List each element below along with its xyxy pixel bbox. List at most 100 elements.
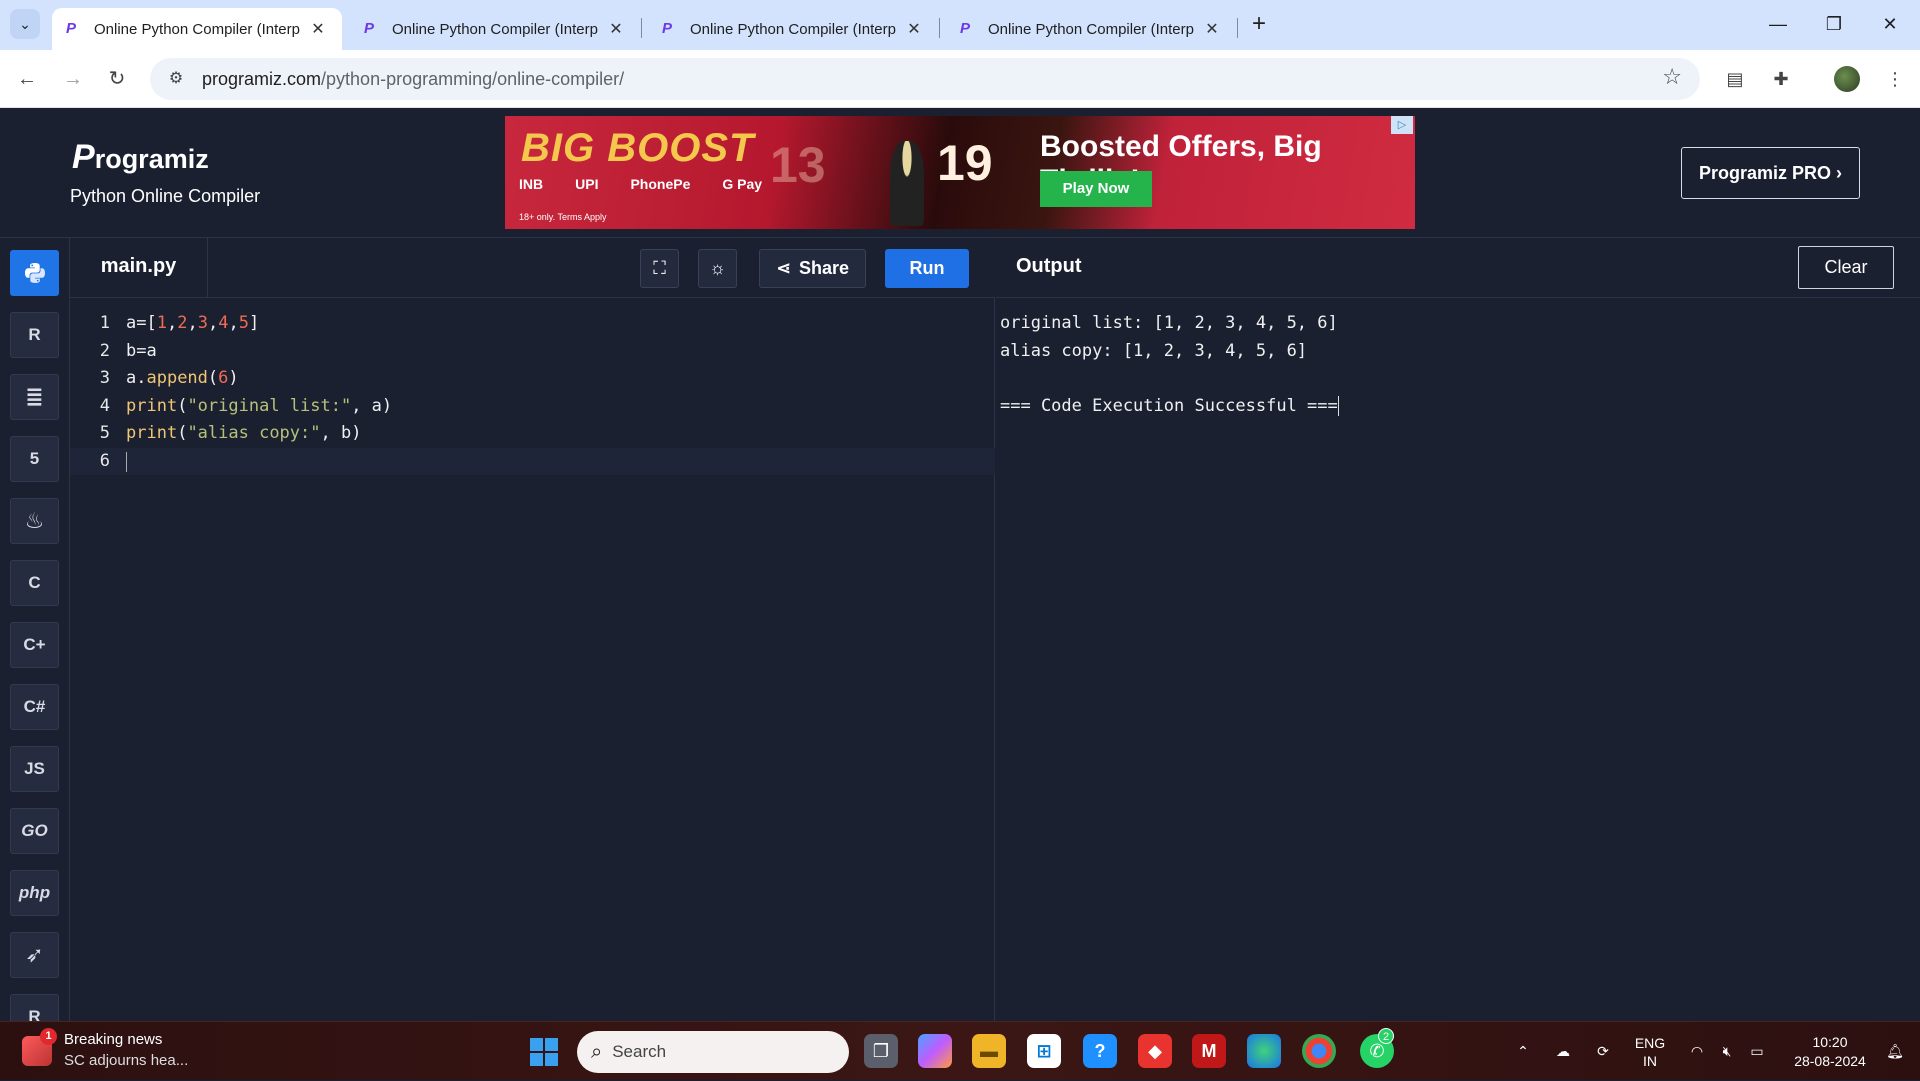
line-number: 1 [99,313,110,333]
url-path: /python-programming/online-compiler/ [321,68,625,89]
reload-button[interactable]: ↻ [102,64,132,94]
tab-search-button[interactable]: ⌄ [10,9,40,39]
tab-groups-icon[interactable]: ▤ [1720,64,1750,94]
anydesk-icon[interactable]: ◆ [1138,1034,1172,1068]
ad-number: 19 [937,135,993,191]
code-editor[interactable]: 1 a=[1,2,3,4,5] 2 b=a 3 a.append(6) 4 pr… [70,298,995,1021]
close-tab-icon[interactable]: ✕ [308,19,328,39]
rust-icon[interactable]: R [10,994,59,1021]
taskbar-search-box[interactable]: ⌕ Search [577,1031,849,1073]
copilot-icon[interactable] [918,1034,952,1068]
r-language-icon[interactable]: R [10,312,59,358]
browser-tab-3[interactable]: P Online Python Compiler (Interp ✕ [648,8,938,50]
site-header: Programiz Python Online Compiler BIG BOO… [0,108,1920,238]
sync-icon[interactable]: ⟳ [1588,1022,1618,1081]
browser-tabstrip: ⌄ P Online Python Compiler (Interp ✕ P O… [0,0,1920,50]
url-text[interactable]: programiz.com/python-programming/online-… [202,69,624,90]
get-help-icon[interactable]: ? [1083,1034,1117,1068]
output-console[interactable]: original list: [1, 2, 3, 4, 5, 6] alias … [996,298,1920,1021]
text-cursor [126,451,127,472]
code-line: 3 a.append(6) [70,365,995,393]
run-button[interactable]: Run [885,249,969,288]
news-subtitle[interactable]: SC adjourns hea... [64,1052,188,1069]
show-hidden-icons-icon[interactable]: ⌃ [1508,1022,1538,1081]
browser-tab-2[interactable]: P Online Python Compiler (Interp ✕ [350,8,640,50]
python-icon[interactable] [10,250,59,296]
region-code: IN [1643,1052,1657,1069]
go-label: GO [21,821,48,840]
close-tab-icon[interactable]: ✕ [904,19,924,39]
new-tab-button[interactable]: + [1245,10,1273,38]
task-view-icon[interactable]: ❐ [864,1034,898,1068]
bookmark-star-icon[interactable]: ☆ [1662,64,1682,90]
clock-date: 28-08-2024 [1794,1052,1866,1069]
minimize-button[interactable]: — [1750,8,1806,40]
clear-button[interactable]: Clear [1798,246,1894,289]
programiz-favicon-icon: P [364,20,375,37]
output-line-status: === Code Execution Successful === [1000,393,1339,421]
language-indicator[interactable]: ENG IN [1628,1022,1672,1081]
fullscreen-button[interactable]: ⛶ [640,249,679,288]
windows-start-icon[interactable] [530,1038,558,1066]
browser-tab-1[interactable]: P Online Python Compiler (Interp ✕ [52,8,342,50]
menu-kebab-icon[interactable]: ⋮ [1880,64,1910,94]
microsoft-store-icon[interactable]: ⊞ [1027,1034,1061,1068]
status-text: === Code Execution Successful === [1000,395,1338,416]
forward-button[interactable]: → [58,64,88,94]
wifi-icon[interactable]: ◠ [1682,1022,1712,1081]
close-window-button[interactable]: ✕ [1862,8,1918,40]
ad-choices-icon[interactable]: ▷ [1391,116,1413,134]
code-line: 1 a=[1,2,3,4,5] [70,310,995,338]
profile-avatar[interactable] [1834,66,1860,92]
file-explorer-icon[interactable]: ▬ [972,1034,1006,1068]
go-icon[interactable]: GO [10,808,59,854]
whatsapp-badge: 2 [1378,1028,1394,1044]
close-tab-icon[interactable]: ✕ [1202,19,1222,39]
edge-icon[interactable] [1247,1034,1281,1068]
share-icon: ⋖ [775,258,792,278]
restore-button[interactable]: ❐ [1806,8,1862,40]
code-text: a.append(6) [126,368,239,388]
code-line: 4 print("original list:", a) [70,393,995,421]
clock[interactable]: 10:20 28-08-2024 [1780,1022,1880,1081]
ad-play-now-button[interactable]: Play Now [1040,171,1152,207]
programiz-logo[interactable]: Programiz [72,138,209,177]
address-bar[interactable]: ⚙ programiz.com/python-programming/onlin… [150,58,1700,100]
share-button[interactable]: ⋖ Share [759,249,866,288]
volume-muted-icon[interactable]: 🔇︎ [1712,1022,1742,1081]
swift-icon[interactable]: ➶ [10,932,59,978]
battery-icon[interactable]: ▭ [1742,1022,1772,1081]
file-tab-main-py[interactable]: main.py [70,238,208,298]
news-title[interactable]: Breaking news [64,1031,162,1048]
output-line: alias copy: [1, 2, 3, 4, 5, 6] [1000,340,1308,361]
back-button[interactable]: ← [12,64,42,94]
javascript-icon[interactable]: JS [10,746,59,792]
html5-icon[interactable]: 5 [10,436,59,482]
cpp-icon[interactable]: C+ [10,622,59,668]
advertisement-banner[interactable]: BIG BOOST INB UPI PhonePe G Pay 18+ only… [505,116,1415,229]
code-line: 5 print("alias copy:", b) [70,420,995,448]
news-badge: 1 [40,1028,57,1045]
csharp-icon[interactable]: C# [10,684,59,730]
close-tab-icon[interactable]: ✕ [606,19,626,39]
c-language-icon[interactable]: C [10,560,59,606]
output-title: Output [1016,255,1082,277]
browser-tab-4[interactable]: P Online Python Compiler (Interp ✕ [946,8,1236,50]
java-icon[interactable]: ♨ [10,498,59,544]
site-info-icon[interactable]: ⚙ [156,63,196,95]
extensions-icon[interactable]: ✚ [1766,64,1796,94]
html-label: 5 [29,449,40,468]
theme-toggle-button[interactable]: ☼ [698,249,737,288]
language-sidebar: R ≣ 5 ♨ C C+ C# JS GO php ➶ R [0,238,70,1021]
sql-database-icon[interactable]: ≣ [10,374,59,420]
notifications-bell-icon[interactable]: 🔔︎ [1880,1022,1910,1081]
programiz-pro-button[interactable]: Programiz PRO › [1681,147,1860,199]
mcafee-icon[interactable]: M [1192,1034,1226,1068]
onedrive-icon[interactable]: ☁ [1548,1022,1578,1081]
chrome-icon[interactable] [1302,1034,1336,1068]
java-label: ♨ [24,508,45,533]
code-text: print("alias copy:", b) [126,423,362,443]
page-subtitle: Python Online Compiler [70,186,261,206]
share-label: Share [799,258,850,278]
php-icon[interactable]: php [10,870,59,916]
